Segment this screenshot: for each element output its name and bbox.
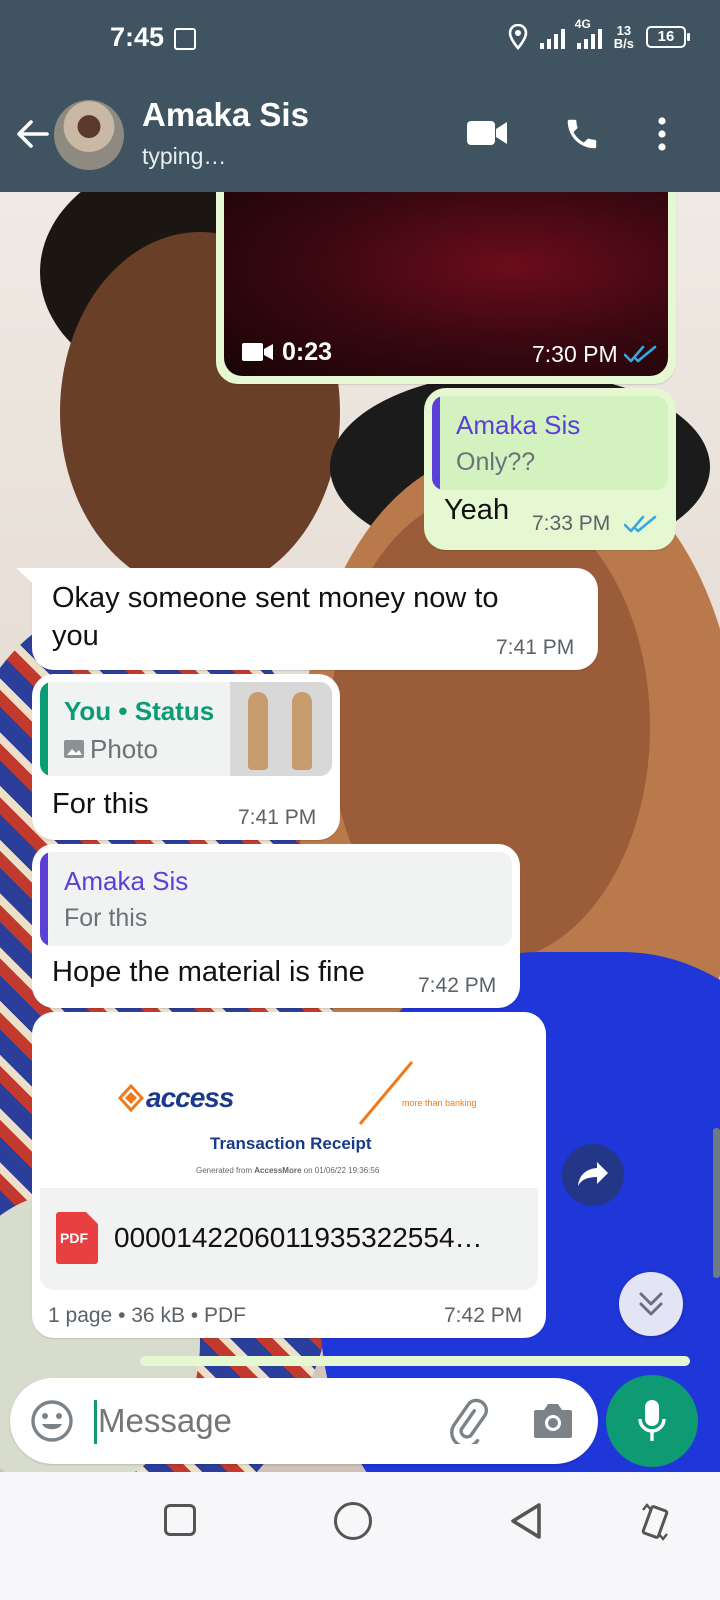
top-bar: 7:45 4G 13 B/s 16 Amaka Sis typing… — [0, 0, 720, 192]
double-chevron-down-icon — [639, 1292, 663, 1316]
access-logo-icon — [118, 1084, 144, 1112]
bubble-tail — [16, 568, 40, 590]
home-button[interactable] — [334, 1502, 372, 1540]
contact-status: typing… — [142, 143, 227, 169]
voice-message-button[interactable] — [606, 1375, 698, 1467]
attach-icon[interactable] — [446, 1398, 490, 1444]
document-preview[interactable]: access more than banking Transaction Rec… — [40, 1020, 538, 1190]
receipt-sub-prefix: Generated from — [196, 1166, 253, 1175]
system-navigation-bar — [0, 1472, 720, 1600]
quote-author: You • Status — [64, 696, 215, 726]
typing-strip — [140, 1356, 690, 1366]
more-options-icon[interactable] — [656, 116, 668, 152]
recent-apps-button[interactable] — [164, 1504, 196, 1536]
video-message[interactable]: 0:23 7:30 PM — [216, 160, 676, 384]
signal-icon — [539, 25, 565, 49]
message-text-line-1: Okay someone sent money now to — [52, 582, 499, 614]
document-message[interactable]: access more than banking Transaction Rec… — [32, 1012, 546, 1338]
video-duration: 0:23 — [282, 338, 333, 366]
quoted-status[interactable]: You • Status Photo — [40, 682, 332, 776]
text-cursor — [94, 1400, 97, 1444]
receipt-subtitle: Generated from AccessMore on 01/06/22 19… — [196, 1166, 379, 1175]
quote-text: For this — [64, 904, 148, 932]
message-bubble-okay[interactable]: Okay someone sent money now to you 7:41 … — [32, 568, 598, 670]
network-type: 4G — [574, 17, 591, 31]
video-camera-icon — [242, 343, 273, 361]
message-text: Hope the material is fine — [52, 956, 365, 988]
status-indicators: 4G 13 B/s 16 — [508, 17, 690, 50]
sim-icon — [174, 28, 196, 50]
message-input[interactable] — [98, 1394, 428, 1448]
message-time: 7:42 PM — [444, 1304, 523, 1327]
message-time: 7:33 PM — [532, 512, 611, 535]
microphone-icon — [638, 1400, 666, 1441]
message-text: For this — [52, 788, 149, 820]
scroll-to-bottom-button[interactable] — [619, 1272, 683, 1336]
status-time: 7:45 — [110, 22, 165, 52]
photo-icon — [64, 740, 84, 758]
quoted-message[interactable]: Amaka Sis Only?? — [432, 396, 668, 490]
file-name: 00001422060119353225​54… — [114, 1222, 483, 1253]
message-time: 7:30 PM — [532, 341, 618, 367]
contact-avatar[interactable] — [54, 100, 124, 170]
quote-bar — [432, 396, 440, 490]
quote-type: Photo — [90, 734, 158, 764]
read-ticks-icon — [624, 345, 657, 363]
receipt-sub-app: AccessMore — [254, 1166, 302, 1175]
scrollbar-thumb[interactable] — [713, 1128, 720, 1278]
file-info-row[interactable]: PDF 00001422060119353225​54… — [40, 1188, 538, 1290]
message-bubble-material[interactable]: Amaka Sis For this Hope the material is … — [32, 844, 520, 1008]
message-bubble-yeah[interactable]: Amaka Sis Only?? Yeah 7:33 PM — [424, 388, 676, 550]
message-bubble-status-reply[interactable]: You • Status Photo For this 7:41 PM — [32, 674, 340, 840]
pdf-icon: PDF — [56, 1212, 98, 1264]
location-icon — [508, 24, 528, 50]
voice-call-icon[interactable] — [563, 115, 601, 153]
slash-graphic — [358, 1061, 414, 1125]
rotate-screen-icon[interactable] — [640, 1502, 670, 1542]
message-input-bar[interactable] — [10, 1378, 598, 1464]
emoji-icon[interactable] — [30, 1399, 74, 1443]
battery-icon: 16 — [646, 26, 690, 48]
message-time: 7:42 PM — [418, 974, 497, 997]
message-time: 7:41 PM — [496, 636, 575, 659]
message-time: 7:41 PM — [238, 806, 317, 829]
pdf-badge: PDF — [60, 1230, 88, 1246]
quote-author: Amaka Sis — [64, 866, 189, 896]
contact-name[interactable]: Amaka Sis — [142, 96, 309, 134]
status-thumbnail[interactable] — [230, 682, 332, 776]
status-figure — [248, 692, 268, 770]
back-button[interactable] — [508, 1502, 544, 1540]
net-speed-unit: B/s — [613, 36, 634, 51]
message-text: Yeah — [444, 494, 510, 526]
quote-bar — [40, 852, 48, 946]
read-ticks-icon — [624, 515, 657, 533]
forward-icon — [578, 1162, 608, 1186]
net-speed: 13 B/s — [614, 24, 634, 50]
quoted-message[interactable]: Amaka Sis For this — [40, 852, 512, 946]
receipt-title: Transaction Receipt — [210, 1134, 372, 1153]
bank-tagline: more than banking — [402, 1098, 477, 1108]
quote-text: Only?? — [456, 448, 536, 476]
forward-button[interactable] — [562, 1144, 624, 1206]
quote-author: Amaka Sis — [456, 410, 581, 440]
receipt-sub-suffix: on 01/06/22 19:36:56 — [303, 1166, 380, 1175]
message-text-line-2: you — [52, 620, 99, 652]
back-arrow-icon[interactable] — [14, 114, 50, 154]
video-call-icon[interactable] — [466, 118, 508, 148]
file-meta: 1 page • 36 kB • PDF — [48, 1304, 246, 1327]
status-figure — [292, 692, 312, 770]
bank-brand: access — [146, 1082, 234, 1113]
camera-icon[interactable] — [532, 1400, 574, 1440]
signal-4g-icon: 4G — [575, 17, 602, 49]
quote-bar — [40, 682, 48, 776]
